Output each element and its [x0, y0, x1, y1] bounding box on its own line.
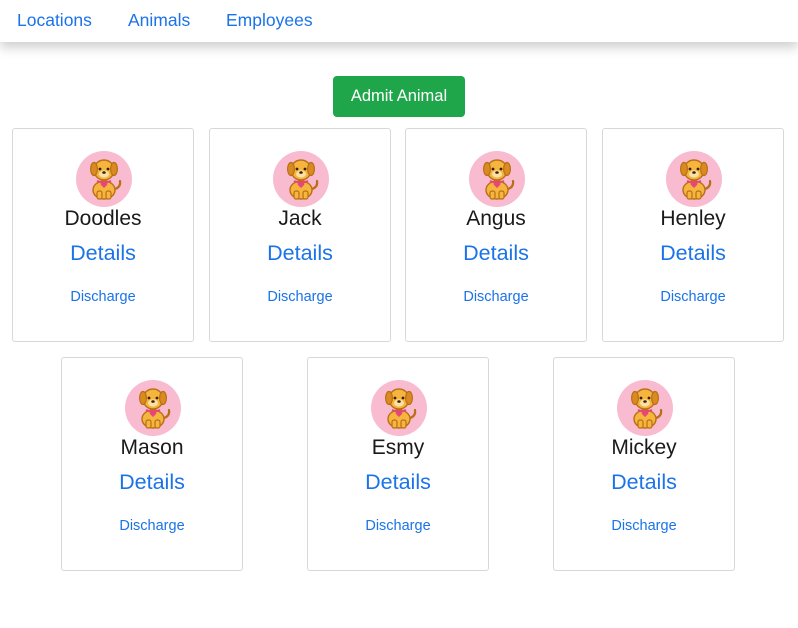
- nav-link-locations[interactable]: Locations: [17, 10, 92, 31]
- dog-icon: [286, 159, 319, 200]
- animal-card-mason: Mason Details Discharge: [61, 357, 243, 571]
- details-link[interactable]: Details: [308, 470, 488, 495]
- dog-icon: [482, 159, 515, 200]
- details-link[interactable]: Details: [13, 241, 193, 266]
- discharge-link[interactable]: Discharge: [13, 289, 193, 305]
- details-link[interactable]: Details: [210, 241, 390, 266]
- animal-name: Mason: [120, 436, 184, 459]
- discharge-link[interactable]: Discharge: [308, 518, 488, 534]
- discharge-link[interactable]: Discharge: [406, 289, 586, 305]
- animal-avatar: [617, 380, 673, 436]
- admit-animal-button[interactable]: Admit Animal: [333, 76, 465, 117]
- dog-icon: [384, 388, 417, 429]
- details-link[interactable]: Details: [603, 241, 783, 266]
- discharge-link[interactable]: Discharge: [603, 289, 783, 305]
- animal-card-doodles: Doodles Details Discharge: [12, 128, 194, 342]
- nav-link-employees[interactable]: Employees: [226, 10, 313, 31]
- dog-icon: [138, 388, 171, 429]
- animal-avatar: [371, 380, 427, 436]
- dog-icon: [89, 159, 122, 200]
- dog-icon: [630, 388, 663, 429]
- animal-name: Jack: [278, 207, 322, 230]
- animal-avatar: [469, 151, 525, 207]
- animal-name: Doodles: [64, 207, 142, 230]
- animal-avatar: [273, 151, 329, 207]
- animal-avatar: [125, 380, 181, 436]
- animal-avatar: [76, 151, 132, 207]
- details-link[interactable]: Details: [554, 470, 734, 495]
- animal-card-jack: Jack Details Discharge: [209, 128, 391, 342]
- dog-icon: [679, 159, 712, 200]
- animal-card-mickey: Mickey Details Discharge: [553, 357, 735, 571]
- nav-link-animals[interactable]: Animals: [128, 10, 190, 31]
- animal-avatar: [666, 151, 722, 207]
- details-link[interactable]: Details: [62, 470, 242, 495]
- animal-card-henley: Henley Details Discharge: [602, 128, 784, 342]
- discharge-link[interactable]: Discharge: [210, 289, 390, 305]
- animal-card-esmy: Esmy Details Discharge: [307, 357, 489, 571]
- top-navbar: Locations Animals Employees: [0, 0, 798, 42]
- animal-name: Henley: [660, 207, 726, 230]
- discharge-link[interactable]: Discharge: [554, 518, 734, 534]
- discharge-link[interactable]: Discharge: [62, 518, 242, 534]
- animal-card-angus: Angus Details Discharge: [405, 128, 587, 342]
- animal-name: Angus: [466, 207, 526, 230]
- animal-name: Esmy: [371, 436, 425, 459]
- details-link[interactable]: Details: [406, 241, 586, 266]
- animal-name: Mickey: [611, 436, 677, 459]
